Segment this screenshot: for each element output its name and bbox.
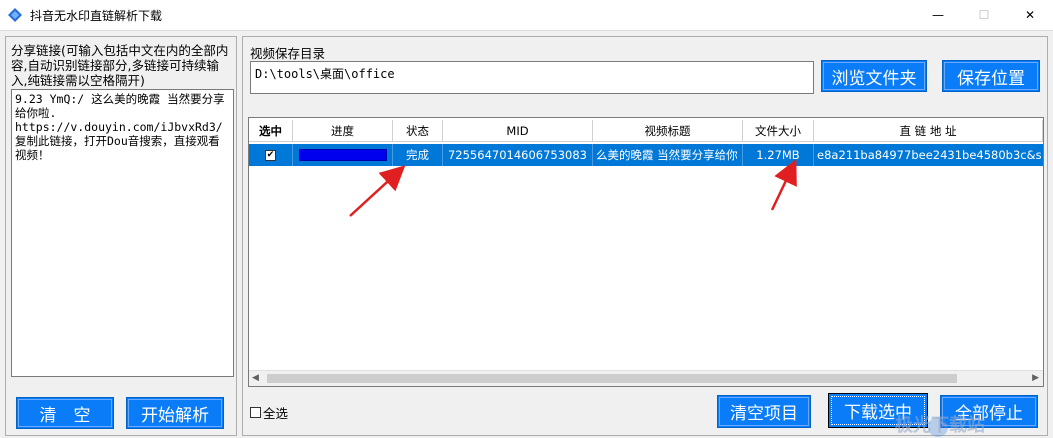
- arrow-to-size: [770, 158, 797, 211]
- arrow-to-status: [349, 165, 406, 217]
- annotation-arrows: [349, 158, 797, 217]
